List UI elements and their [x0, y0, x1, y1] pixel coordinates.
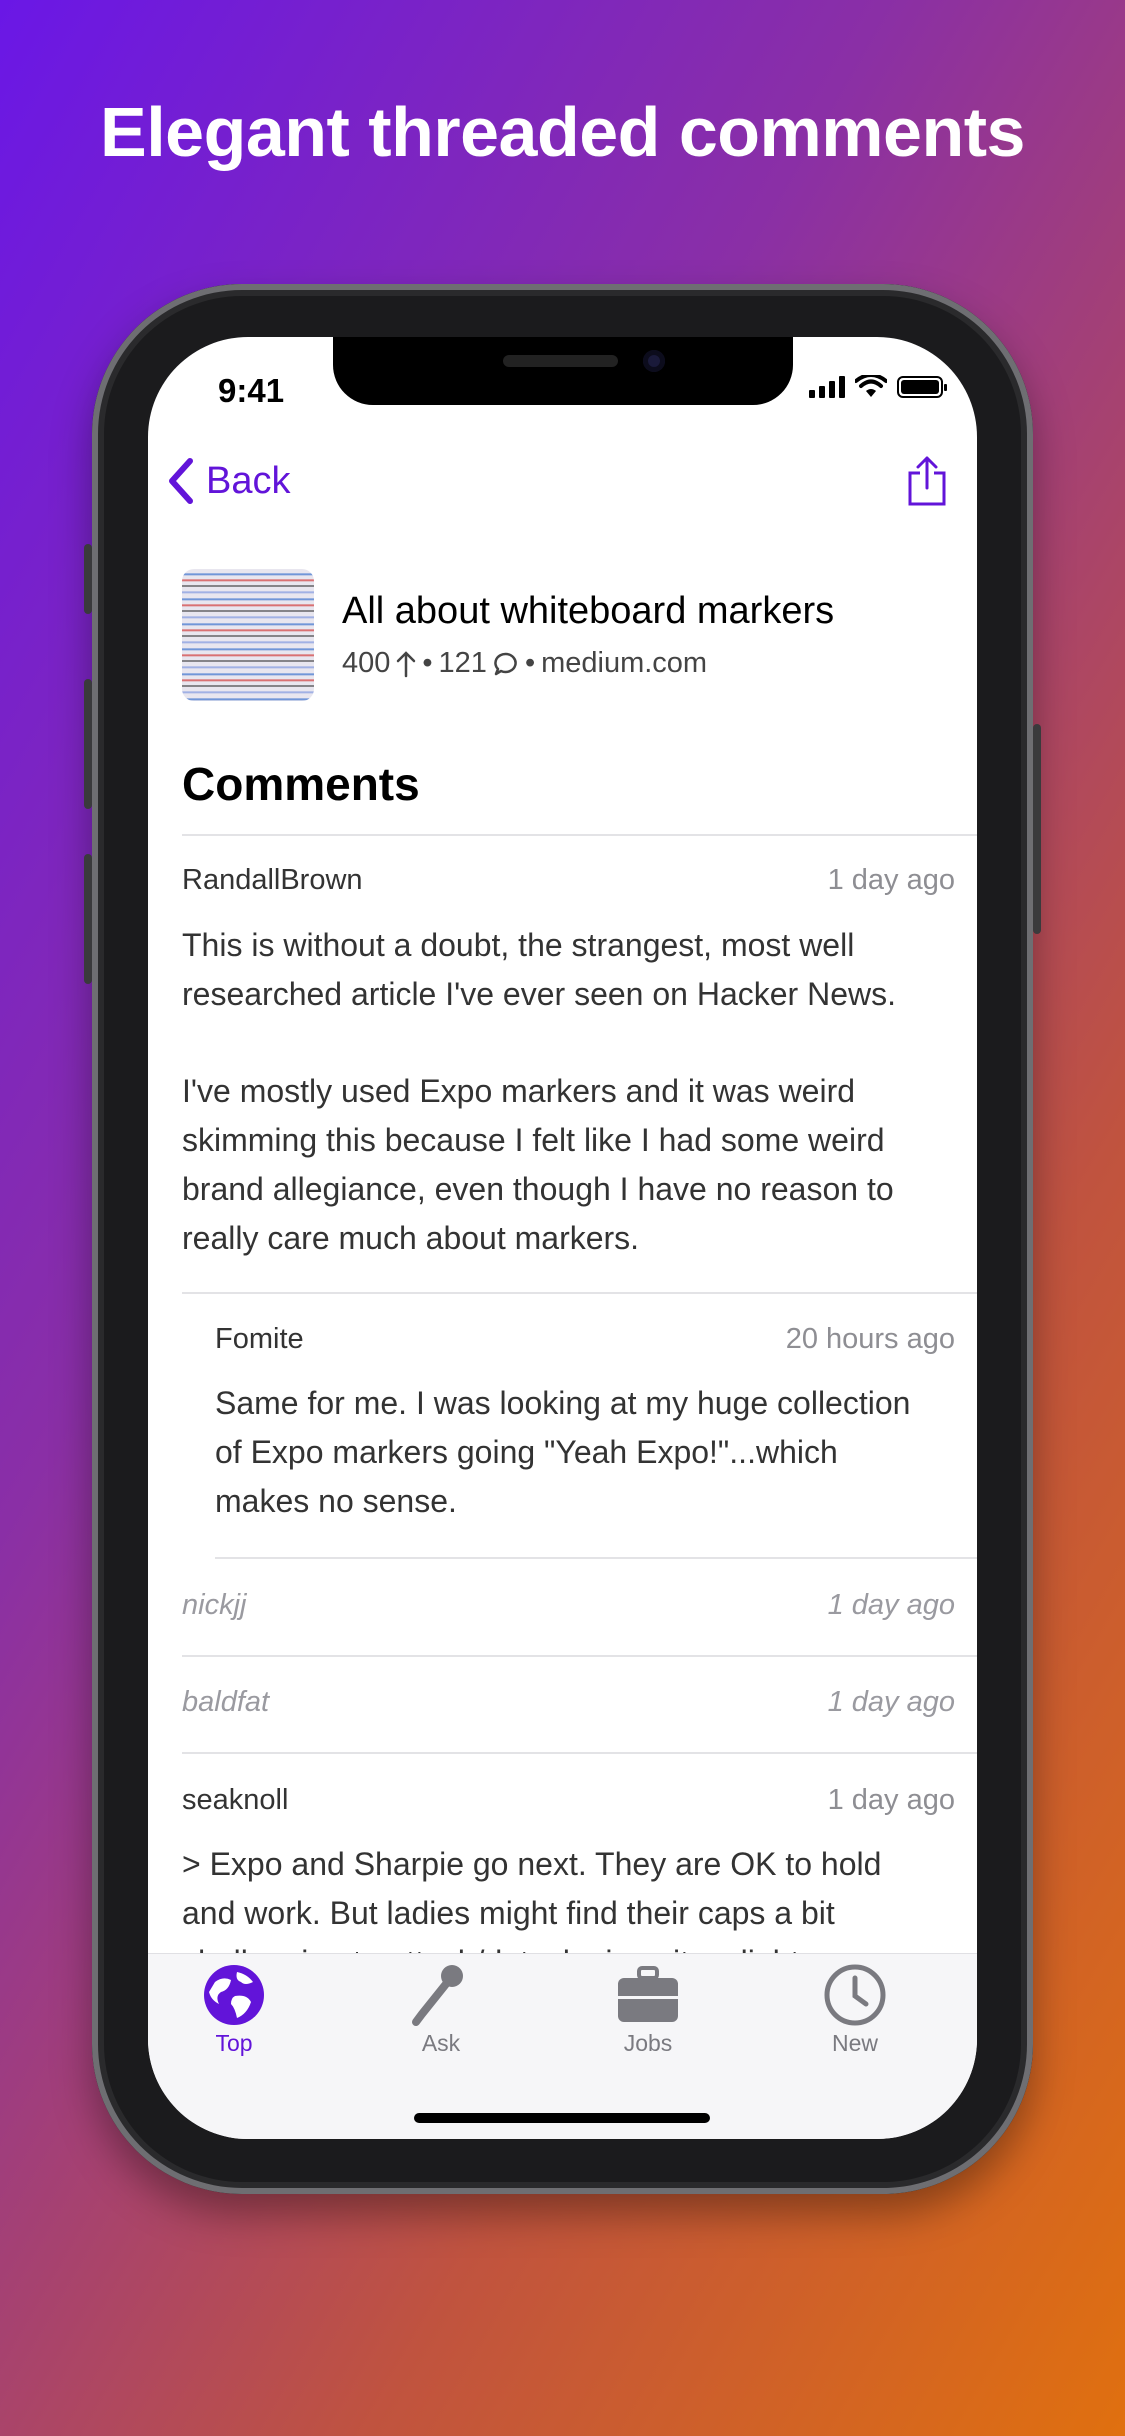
phone-screen: 9:41 Back All about whiteboard markers 4… — [148, 337, 977, 2139]
tab-label: Jobs — [623, 2030, 673, 2056]
comment-time: 1 day ago — [827, 1784, 955, 1816]
volume-up-button — [84, 679, 92, 809]
share-button[interactable] — [907, 455, 947, 512]
comment-author[interactable]: RandallBrown — [182, 864, 363, 897]
comment-author[interactable]: seaknoll — [182, 1784, 288, 1817]
wifi-icon — [855, 375, 887, 397]
clock-icon — [824, 1964, 886, 2026]
divider — [182, 1292, 977, 1294]
microphone-icon — [412, 1965, 463, 2026]
tab-top[interactable]: Top — [164, 1962, 304, 2057]
silent-switch — [84, 544, 92, 614]
tab-ask[interactable]: Ask — [371, 1962, 511, 2057]
tab-label: New — [831, 2030, 878, 2056]
article-meta: 400 • 121 • medium.com — [342, 647, 834, 680]
globe-icon — [204, 1965, 264, 2025]
back-label: Back — [206, 459, 291, 502]
battery-icon — [897, 376, 947, 398]
back-button[interactable]: Back — [166, 457, 290, 505]
comment-author[interactable]: Fomite — [215, 1323, 304, 1356]
tab-jobs[interactable]: Jobs — [578, 1962, 718, 2057]
comment-body: Same for me. I was looking at my huge co… — [215, 1385, 911, 1519]
signal-icon — [809, 376, 845, 398]
tab-label: Top — [215, 2030, 253, 2056]
points-count: 400 — [342, 647, 391, 679]
meta-separator: • — [422, 647, 433, 679]
article-title: All about whiteboard markers — [342, 590, 835, 632]
front-camera — [643, 350, 665, 372]
volume-down-button — [84, 854, 92, 984]
comments-count: 121 — [438, 647, 487, 679]
share-icon — [908, 456, 946, 506]
article-thumbnail — [182, 569, 314, 701]
notch — [333, 337, 793, 405]
divider — [215, 1557, 977, 1559]
comment-time: 1 day ago — [827, 1589, 955, 1621]
tab-bar: Top Ask Jobs New — [148, 1953, 977, 2139]
status-icons — [809, 375, 947, 399]
meta-separator: • — [524, 647, 536, 679]
tab-label: Ask — [421, 2030, 461, 2056]
comment-bubble-icon — [494, 652, 517, 675]
comment-body: This is without a doubt, the strangest, … — [182, 927, 896, 1012]
divider — [182, 834, 977, 836]
divider — [182, 1752, 977, 1754]
headline: Elegant threaded comments — [100, 93, 1025, 171]
comment-author[interactable]: baldfat — [182, 1686, 269, 1719]
briefcase-icon — [618, 1966, 678, 2022]
power-button — [1033, 724, 1041, 934]
comment-author[interactable]: nickjj — [182, 1589, 246, 1622]
divider — [182, 1655, 977, 1657]
tab-new[interactable]: New — [785, 1962, 925, 2057]
comment-body: I've mostly used Expo markers and it was… — [182, 1073, 894, 1256]
comment-time: 20 hours ago — [785, 1323, 955, 1355]
arrow-up-icon — [397, 650, 416, 677]
home-indicator[interactable] — [414, 2113, 710, 2123]
comment-time: 1 day ago — [827, 1686, 955, 1718]
article-header[interactable]: All about whiteboard markers 400 • 121 •… — [182, 569, 957, 701]
chevron-left-icon — [169, 458, 193, 504]
article-domain: medium.com — [541, 647, 708, 679]
comment-time: 1 day ago — [827, 864, 955, 896]
speaker-grille — [503, 355, 618, 367]
status-time: 9:41 — [218, 372, 285, 409]
comments-heading: Comments — [182, 758, 420, 810]
